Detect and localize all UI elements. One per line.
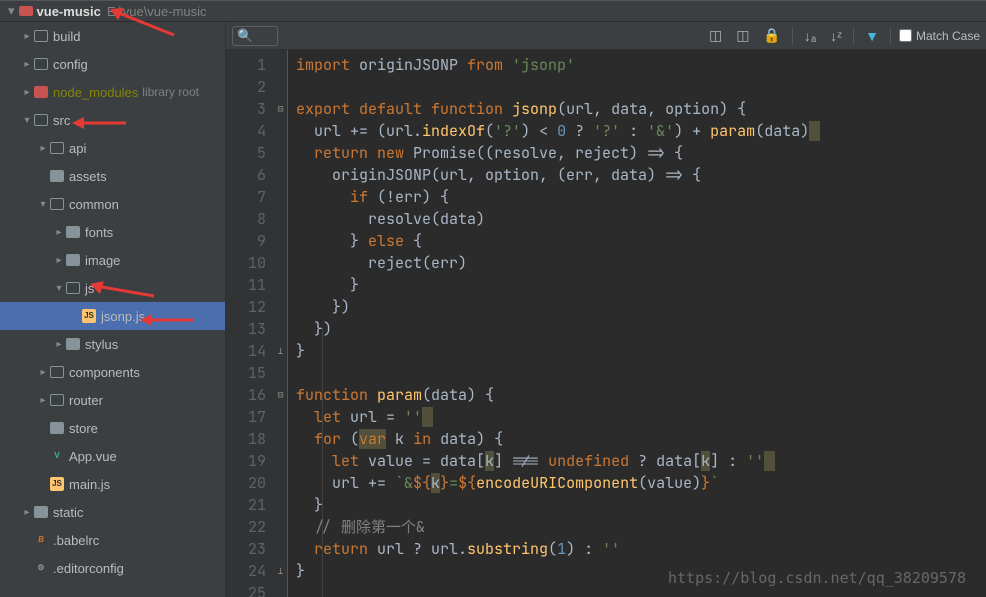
- tree-mainjs[interactable]: JSmain.js: [0, 470, 225, 498]
- editor-area: 🔍 ◫ ◫ 🔒 ↓ₐ ↓ᶻ ▼ Match Case: [226, 22, 986, 597]
- tree-src[interactable]: ▾src: [0, 106, 225, 134]
- project-path: E:\vue\vue-music: [107, 4, 207, 19]
- match-case-option[interactable]: Match Case: [899, 29, 980, 43]
- structure-search[interactable]: 🔍: [232, 26, 278, 46]
- code-editor[interactable]: 1234567891011121314151617181920212223242…: [226, 50, 986, 597]
- tree-build[interactable]: ▸build: [0, 22, 225, 50]
- tree-api[interactable]: ▸api: [0, 134, 225, 162]
- tree-components[interactable]: ▸components: [0, 358, 225, 386]
- tree-stylus[interactable]: ▸stylus: [0, 330, 225, 358]
- code-content[interactable]: import originJSONP from 'jsonp' export d…: [288, 50, 986, 597]
- search-input[interactable]: [253, 29, 273, 43]
- tree-common[interactable]: ▾common: [0, 190, 225, 218]
- match-case-label: Match Case: [916, 29, 980, 43]
- search-icon: 🔍: [237, 28, 253, 44]
- tree-babelrc[interactable]: B.babelrc: [0, 526, 225, 554]
- editor-toolbar: 🔍 ◫ ◫ 🔒 ↓ₐ ↓ᶻ ▼ Match Case: [226, 22, 986, 50]
- match-case-checkbox[interactable]: [899, 29, 912, 42]
- sort-za-icon[interactable]: ↓ᶻ: [827, 28, 845, 44]
- tree-jsonp-file[interactable]: JSjsonp.js: [0, 302, 225, 330]
- filter-icon[interactable]: ▼: [862, 28, 882, 44]
- project-name: vue-music: [37, 4, 101, 19]
- tree-editorconfig[interactable]: ⚙.editorconfig: [0, 554, 225, 582]
- fold-gutter[interactable]: ⊟⊥⊟⊥: [274, 50, 288, 597]
- tree-store[interactable]: store: [0, 414, 225, 442]
- toolbar-icon-1[interactable]: ◫: [706, 27, 725, 44]
- tree-fonts[interactable]: ▸fonts: [0, 218, 225, 246]
- toolbar-icon-2[interactable]: ◫: [733, 27, 752, 44]
- tree-image[interactable]: ▸image: [0, 246, 225, 274]
- sort-az-icon[interactable]: ↓ₐ: [801, 28, 819, 44]
- toolbar-icon-3[interactable]: 🔒: [760, 27, 783, 44]
- tree-static[interactable]: ▸static: [0, 498, 225, 526]
- watermark: https://blog.csdn.net/qq_38209578: [668, 569, 966, 587]
- tree-router[interactable]: ▸router: [0, 386, 225, 414]
- tree-assets[interactable]: assets: [0, 162, 225, 190]
- tree-appvue[interactable]: VApp.vue: [0, 442, 225, 470]
- project-icon: [19, 6, 33, 16]
- project-header: ▾ vue-music E:\vue\vue-music: [0, 0, 986, 22]
- tree-js[interactable]: ▾js: [0, 274, 225, 302]
- tree-config[interactable]: ▸config: [0, 50, 225, 78]
- line-gutter: 1234567891011121314151617181920212223242…: [226, 50, 274, 597]
- tree-node-modules[interactable]: ▸node_moduleslibrary root: [0, 78, 225, 106]
- collapse-icon[interactable]: ▾: [8, 3, 15, 19]
- project-tree: ▸build ▸config ▸node_moduleslibrary root…: [0, 22, 226, 597]
